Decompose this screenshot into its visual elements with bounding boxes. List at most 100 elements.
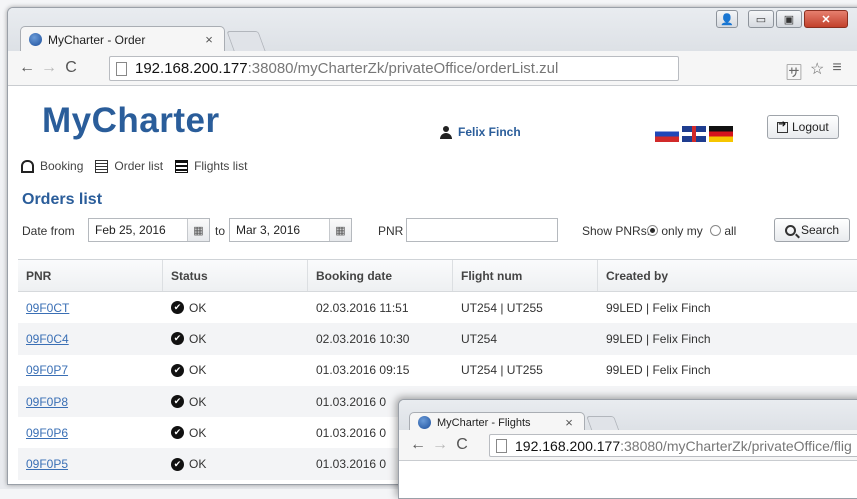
bookmark-star-icon[interactable]: ☆ (810, 59, 824, 83)
favicon-icon (29, 33, 42, 46)
reload-icon[interactable]: C (451, 436, 473, 454)
check-circle-icon: ✔ (171, 301, 184, 315)
pnr-link[interactable]: 09F0P7 (26, 363, 68, 377)
date-to-label: to (215, 224, 226, 238)
date-from-input[interactable]: Feb 25, 2016 ▦ (88, 218, 210, 242)
check-circle-icon: ✔ (171, 395, 184, 409)
table-row[interactable]: 09F0P7 ✔ OK 01.03.2016 09:15 UT254 | UT25… (18, 355, 857, 386)
radio-unselected-icon (710, 225, 721, 236)
logout-icon (777, 119, 788, 133)
check-circle-icon: ✔ (171, 332, 184, 346)
logout-button[interactable]: Logout (767, 115, 839, 139)
address-bar[interactable]: 192.168.200.177 :38080/myCharterZk/priva… (489, 434, 857, 457)
check-circle-icon: ✔ (171, 426, 184, 440)
check-circle-icon: ✔ (171, 457, 184, 471)
tab-close-icon[interactable]: × (562, 415, 576, 430)
column-header-created-by[interactable]: Created by (598, 260, 857, 291)
menu-hamburger-icon[interactable]: ≡ (832, 59, 841, 83)
window-titlebar: MyCharter - Flights × (399, 400, 857, 432)
url-host: 192.168.200.177 (515, 437, 621, 454)
only-my-label: only my (661, 224, 703, 238)
reload-icon[interactable]: C (60, 59, 82, 77)
booking-date: 01.03.2016 09:15 (316, 363, 410, 378)
date-from-label: Date from (22, 224, 75, 238)
browser-tab-flights[interactable]: MyCharter - Flights × (409, 412, 585, 432)
calendar-icon[interactable]: ▦ (187, 219, 209, 241)
menu-item-flights-list[interactable]: Flights list (175, 159, 247, 173)
tab-close-icon[interactable]: × (202, 32, 216, 47)
close-window-button[interactable]: ✕ (804, 10, 848, 28)
calendar-icon[interactable]: ▦ (329, 219, 351, 241)
menu-item-order-list[interactable]: Order list (95, 159, 163, 173)
user-profile-icon[interactable]: 👤 (716, 10, 738, 28)
pnr-input[interactable] (406, 218, 558, 242)
flight-num: UT254 | UT255 (461, 300, 543, 315)
browser-toolbar: ← → C 192.168.200.177 :38080/myCharterZk… (399, 430, 857, 461)
status-text: OK (189, 457, 207, 472)
table-row[interactable]: 09F0C4 ✔ OK 02.03.2016 10:30 UT254 99LED … (18, 323, 857, 355)
table-row[interactable]: 09F0CT ✔ OK 02.03.2016 11:51 UT254 | UT25… (18, 292, 857, 323)
url-path: :38080/myCharterZk/privateOffice/flig (620, 437, 852, 454)
flight-num: UT254 | UT255 (461, 363, 543, 378)
pnr-link[interactable]: 09F0P6 (26, 426, 68, 440)
tab-title: MyCharter - Order (48, 32, 146, 47)
url-path: :38080/myCharterZk/privateOffice/orderLi… (247, 60, 559, 77)
new-tab-button[interactable] (226, 31, 266, 51)
toolbar-actions: 🈂 ☆ ≡ (786, 59, 842, 83)
search-button[interactable]: Search (774, 218, 851, 242)
user-name: Felix Finch (458, 125, 521, 139)
browser-toolbar: ← → C 192.168.200.177 :38080/myCharterZk… (8, 51, 857, 86)
menu-item-booking[interactable]: Booking (21, 159, 83, 173)
column-header-pnr[interactable]: PNR (18, 260, 163, 291)
current-user[interactable]: Felix Finch (440, 125, 521, 139)
column-header-flight-num[interactable]: Flight num (453, 260, 598, 291)
radio-all[interactable]: all (710, 224, 736, 238)
status-text: OK (189, 394, 207, 409)
date-to-value: Mar 3, 2016 (236, 223, 301, 237)
language-flags (655, 126, 733, 142)
status-text: OK (189, 425, 207, 440)
flight-num: UT254 (461, 331, 498, 346)
pnr-link[interactable]: 09F0P5 (26, 457, 68, 471)
flag-russia-icon[interactable] (655, 126, 679, 142)
column-header-booking-date[interactable]: Booking date (308, 260, 453, 291)
check-circle-icon: ✔ (171, 363, 184, 377)
menu-item-label: Order list (114, 159, 164, 173)
column-header-status[interactable]: Status (163, 260, 308, 291)
main-menu: Booking Order list Flights list (21, 159, 251, 173)
date-to-input[interactable]: Mar 3, 2016 ▦ (229, 218, 352, 242)
url-host: 192.168.200.177 (135, 60, 248, 77)
maximize-button[interactable]: ▣ (776, 10, 802, 28)
tab-title: MyCharter - Flights (437, 416, 531, 429)
pnr-link[interactable]: 09F0P8 (26, 395, 68, 409)
search-icon (785, 224, 796, 236)
back-arrow-icon[interactable]: ← (407, 436, 429, 454)
radio-only-my[interactable]: only my (647, 224, 703, 238)
pnr-label: PNR (378, 224, 404, 238)
favicon-icon (418, 416, 431, 429)
flights-icon (175, 159, 189, 173)
forward-arrow-icon[interactable]: → (38, 59, 60, 77)
minimize-button[interactable]: ▭ (748, 10, 774, 28)
pnr-link[interactable]: 09F0C4 (26, 332, 69, 346)
logout-label: Logout (792, 120, 829, 134)
booking-date: 02.03.2016 11:51 (316, 300, 409, 315)
status-text: OK (189, 331, 207, 346)
page-icon (116, 61, 127, 76)
browser-tab-order[interactable]: MyCharter - Order × (20, 26, 225, 52)
user-icon (440, 125, 452, 139)
radio-selected-icon (647, 225, 658, 236)
status-text: OK (189, 363, 207, 378)
address-bar[interactable]: 192.168.200.177 :38080/myCharterZk/priva… (109, 56, 679, 81)
flag-uk-icon[interactable] (682, 126, 706, 142)
menu-item-label: Flights list (194, 159, 248, 173)
browser-window-flights[interactable]: MyCharter - Flights × ← → C 192.168.200.… (398, 399, 857, 499)
forward-arrow-icon[interactable]: → (429, 436, 451, 454)
flag-germany-icon[interactable] (709, 126, 733, 142)
translate-icon[interactable]: 🈂 (786, 59, 802, 83)
back-arrow-icon[interactable]: ← (16, 59, 38, 77)
created-by: 99LED | Felix Finch (606, 331, 711, 346)
pnr-link[interactable]: 09F0CT (26, 301, 69, 315)
app-logo[interactable]: MyCharter (42, 101, 220, 141)
menu-item-label: Booking (40, 159, 84, 173)
